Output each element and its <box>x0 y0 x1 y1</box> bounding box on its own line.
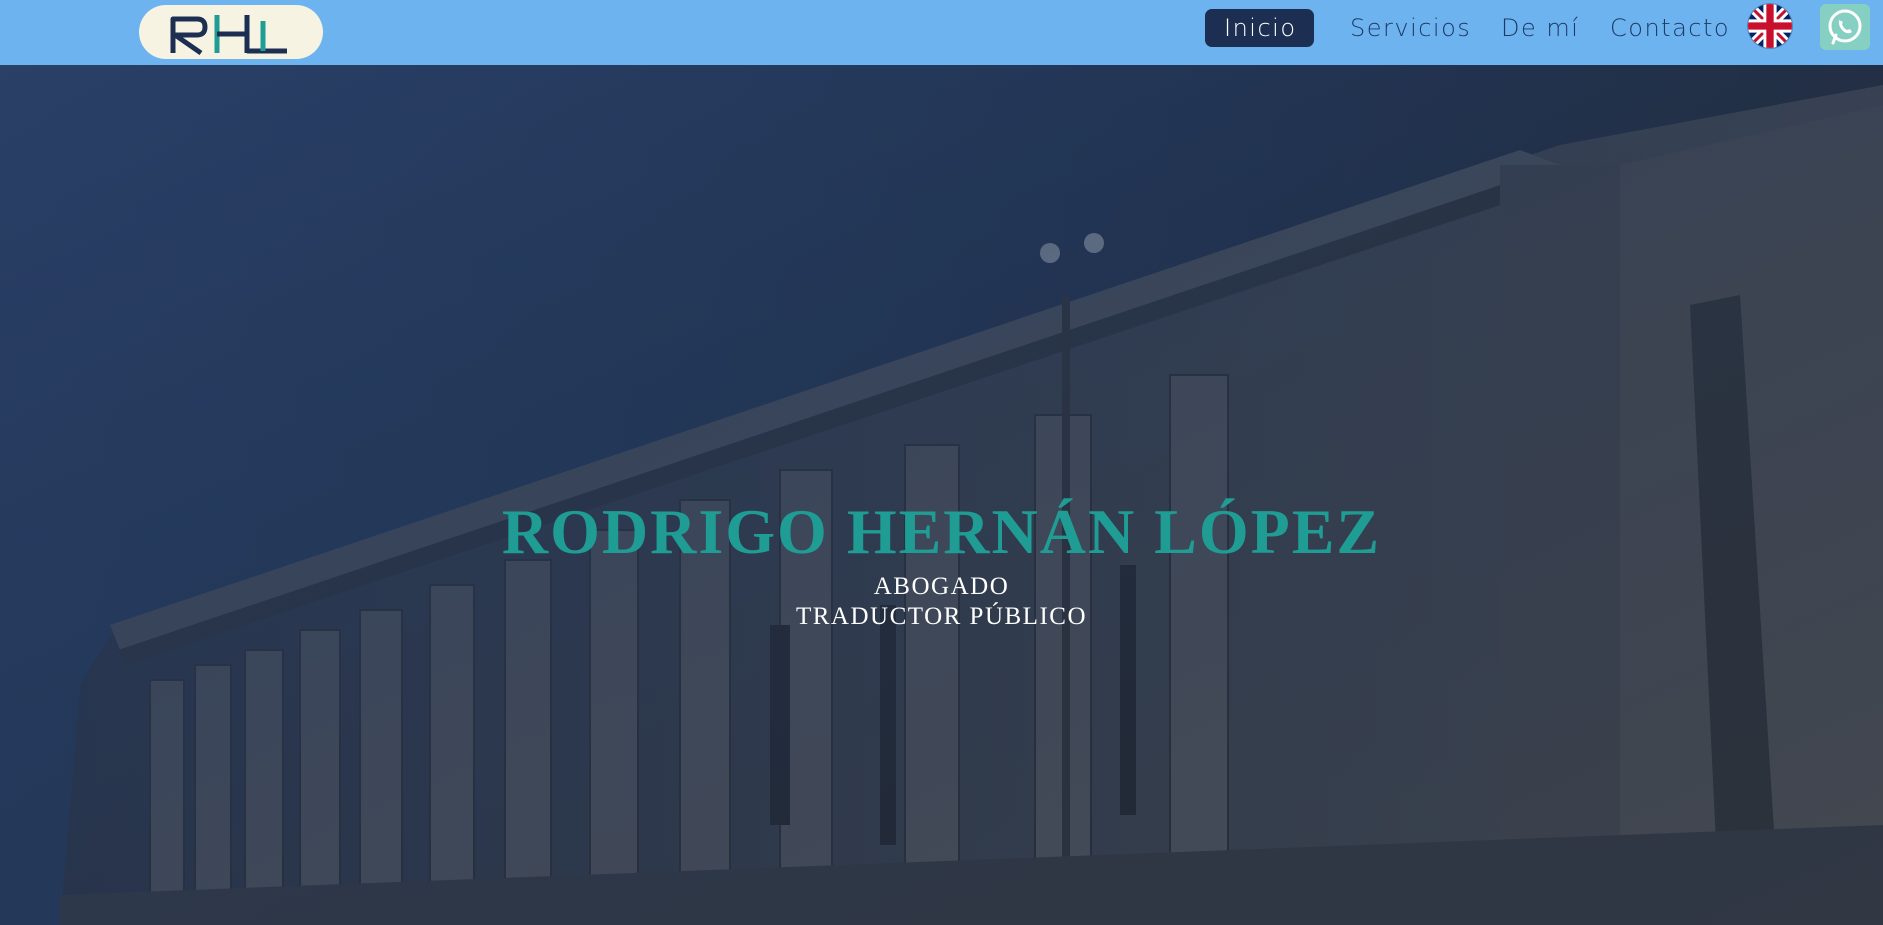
uk-flag-icon[interactable] <box>1748 4 1792 48</box>
site-logo[interactable] <box>139 5 323 59</box>
nav-link-servicios[interactable]: Servicios <box>1350 9 1471 47</box>
top-navbar: Inicio Servicios De mí Contacto <box>0 0 1883 65</box>
hero-subtitle-line-1: ABOGADO <box>873 573 1010 600</box>
nav-link-inicio[interactable]: Inicio <box>1205 9 1314 47</box>
hero-section: RODRIGO HERNÁN LÓPEZ ABOGADO TRADUCTOR P… <box>0 65 1883 925</box>
hero-title: RODRIGO HERNÁN LÓPEZ <box>501 496 1382 567</box>
hero-subtitle-line-2: TRADUCTOR PÚBLICO <box>795 603 1088 630</box>
nav-link-de-mi[interactable]: De mí <box>1501 9 1579 47</box>
nav-link-contacto[interactable]: Contacto <box>1610 9 1730 47</box>
rhl-logo-icon <box>170 15 287 55</box>
whatsapp-icon[interactable] <box>1820 4 1870 50</box>
